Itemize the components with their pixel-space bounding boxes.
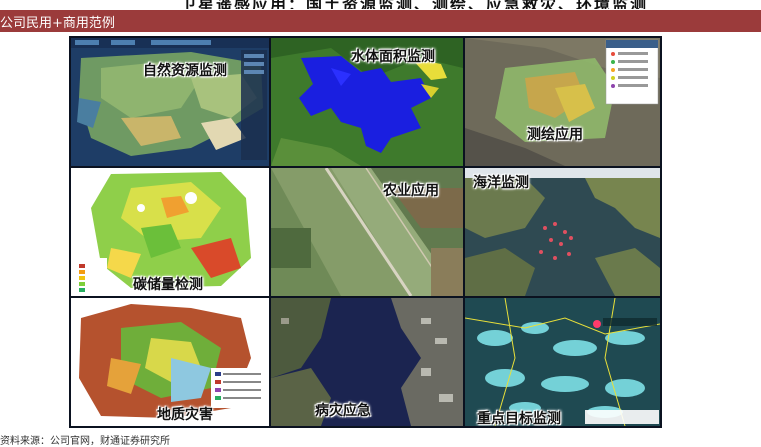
tile-natural-resources: 自然资源监测	[71, 38, 269, 166]
tile-geo-hazard: 地质灾害	[71, 298, 269, 426]
section-title-bar: 公司民用+商用范例	[0, 10, 761, 32]
label-ocean: 海洋监测	[473, 175, 529, 191]
surveying-image	[465, 38, 660, 166]
key-target-image	[465, 298, 660, 426]
cut-off-heading-text: 卫星遥感应用：国土资源监测、测绘、应急救灾、环境监测	[180, 0, 648, 9]
tile-ocean: 海洋监测	[465, 168, 660, 296]
tile-carbon-storage: 碳储量检测	[71, 168, 269, 296]
natural-resources-image	[71, 38, 269, 166]
label-agriculture: 农业应用	[383, 183, 439, 199]
label-disaster-emergency: 病灾应急	[315, 403, 371, 419]
label-key-target: 重点目标监测	[477, 411, 561, 426]
cut-off-heading: 卫星遥感应用：国土资源监测、测绘、应急救灾、环境监测	[0, 0, 761, 9]
section-title: 公司民用+商用范例	[0, 16, 115, 31]
tile-surveying: 测绘应用	[465, 38, 660, 166]
label-water-area: 水体面积监测	[351, 49, 435, 65]
tile-water-area: 水体面积监测	[271, 38, 463, 166]
label-carbon-storage: 碳储量检测	[133, 277, 203, 293]
application-mosaic: 自然资源监测 水体面积监测 测绘应用 碳储量检测 农业应用 海洋监测 地质灾害 …	[69, 36, 662, 428]
tile-disaster-emergency: 病灾应急	[271, 298, 463, 426]
label-surveying: 测绘应用	[527, 127, 583, 143]
label-geo-hazard: 地质灾害	[157, 407, 213, 423]
tile-key-target: 重点目标监测	[465, 298, 660, 426]
label-natural-resources: 自然资源监测	[143, 63, 227, 79]
tile-agriculture: 农业应用	[271, 168, 463, 296]
